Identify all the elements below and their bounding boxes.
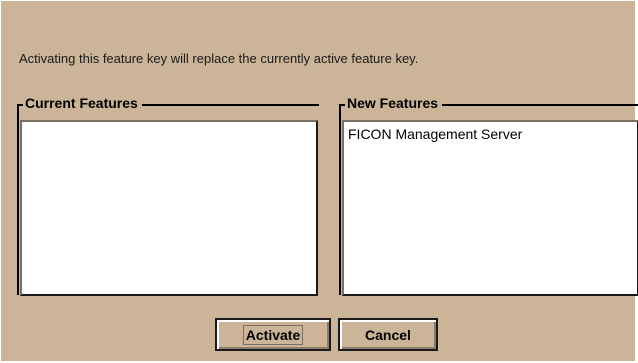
cancel-button-label: Cancel <box>365 326 411 343</box>
replace-warning-message: Activating this feature key will replace… <box>19 51 419 66</box>
new-features-list[interactable]: FICON Management Server <box>342 120 638 296</box>
list-item[interactable]: FICON Management Server <box>344 122 637 146</box>
new-features-title: New Features <box>345 95 443 111</box>
current-features-group: Current Features <box>17 95 319 296</box>
activate-button-label: Activate <box>242 324 304 345</box>
activate-feature-dialog: Activating this feature key will replace… <box>0 0 638 363</box>
current-features-list[interactable] <box>20 120 318 296</box>
activate-button[interactable]: Activate <box>215 318 331 351</box>
new-features-group: New Features FICON Management Server <box>339 95 638 296</box>
current-features-title: Current Features <box>23 95 142 111</box>
cancel-button[interactable]: Cancel <box>338 318 438 351</box>
